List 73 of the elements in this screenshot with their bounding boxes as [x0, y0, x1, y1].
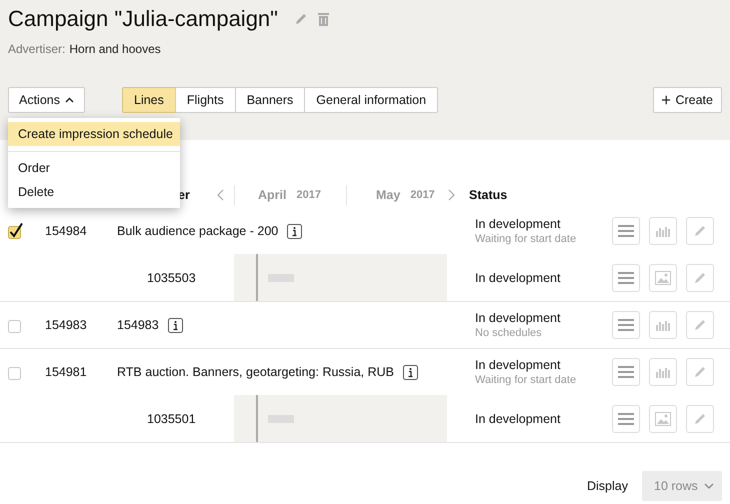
- edit-button[interactable]: [686, 217, 714, 245]
- list-icon: [618, 270, 634, 284]
- column-header: Status: [469, 188, 508, 202]
- pencil-icon: [693, 270, 707, 284]
- month-label: May: [376, 188, 400, 202]
- actions-button[interactable]: Actions: [8, 87, 85, 113]
- list-button[interactable]: [612, 358, 640, 386]
- line-id: 154981: [45, 365, 88, 379]
- line-id: 154983: [45, 318, 88, 332]
- display-label: Display: [587, 479, 628, 493]
- pencil-icon: [693, 365, 707, 379]
- menu-item[interactable]: Create impression schedule: [8, 122, 180, 146]
- bar-chart-icon: [656, 366, 670, 378]
- chevron-right-icon[interactable]: [448, 189, 455, 201]
- edit-button[interactable]: [686, 358, 714, 386]
- list-icon: [618, 224, 634, 238]
- create-button[interactable]: Create: [653, 87, 722, 113]
- advertiser-label: Advertiser:: [8, 42, 66, 56]
- menu-item[interactable]: Order: [8, 156, 180, 180]
- status-text: In development: [475, 217, 562, 231]
- edit-button[interactable]: [686, 404, 714, 432]
- image-icon: [655, 412, 671, 426]
- tab[interactable]: Banners: [234, 87, 306, 113]
- list-icon: [618, 365, 634, 379]
- edit-button[interactable]: [686, 311, 714, 339]
- page-title: Campaign "Julia-campaign": [8, 6, 278, 32]
- status-text: In development: [475, 311, 562, 325]
- line-name[interactable]: 154983: [117, 318, 159, 332]
- menu-item[interactable]: Delete: [8, 180, 180, 204]
- status-note: Waiting for start date: [475, 374, 578, 386]
- year-label: 2017: [296, 189, 321, 201]
- image-icon: [655, 270, 671, 284]
- trash-icon[interactable]: [318, 12, 329, 26]
- line-id: 154984: [45, 224, 88, 238]
- status-text: In development: [475, 270, 560, 284]
- pencil-icon: [693, 318, 707, 332]
- statistics-button[interactable]: [649, 311, 677, 339]
- pencil-icon: [693, 412, 707, 426]
- plus-icon: [662, 95, 670, 105]
- pencil-icon: [693, 224, 707, 238]
- info-icon[interactable]: [168, 318, 183, 332]
- tab[interactable]: Lines: [122, 87, 176, 113]
- tab[interactable]: General information: [304, 87, 438, 113]
- list-button[interactable]: [612, 404, 640, 432]
- banner-id: 1035501: [147, 412, 196, 426]
- statistics-button[interactable]: [649, 217, 677, 245]
- chevron-left-icon[interactable]: [217, 189, 224, 201]
- statistics-button[interactable]: [649, 358, 677, 386]
- caret-icon: [704, 483, 714, 489]
- image-button[interactable]: [649, 264, 677, 292]
- list-button[interactable]: [612, 311, 640, 339]
- status-text: In development: [475, 358, 562, 372]
- pencil-icon[interactable]: [294, 12, 308, 26]
- list-icon: [618, 318, 634, 332]
- bar-chart-icon: [656, 225, 670, 237]
- month-label: April: [258, 188, 286, 202]
- list-icon: [618, 412, 634, 426]
- line-name[interactable]: Bulk audience package - 200: [117, 224, 278, 238]
- advertiser-name: Horn and hooves: [69, 42, 161, 56]
- year-label: 2017: [410, 189, 435, 201]
- status-note: Waiting for start date: [475, 233, 578, 245]
- info-icon[interactable]: [403, 364, 418, 380]
- banner-id: 1035503: [147, 270, 196, 284]
- list-button[interactable]: [612, 217, 640, 245]
- list-button[interactable]: [612, 264, 640, 292]
- bar-chart-icon: [656, 319, 670, 331]
- status-note: No schedules: [475, 327, 543, 339]
- tab[interactable]: Flights: [174, 87, 236, 113]
- info-icon[interactable]: [287, 224, 302, 238]
- status-text: In development: [475, 412, 560, 426]
- line-name[interactable]: RTB auction. Banners, geotargeting: Russia, RUB: [117, 365, 394, 379]
- edit-button[interactable]: [686, 264, 714, 292]
- image-button[interactable]: [649, 404, 677, 432]
